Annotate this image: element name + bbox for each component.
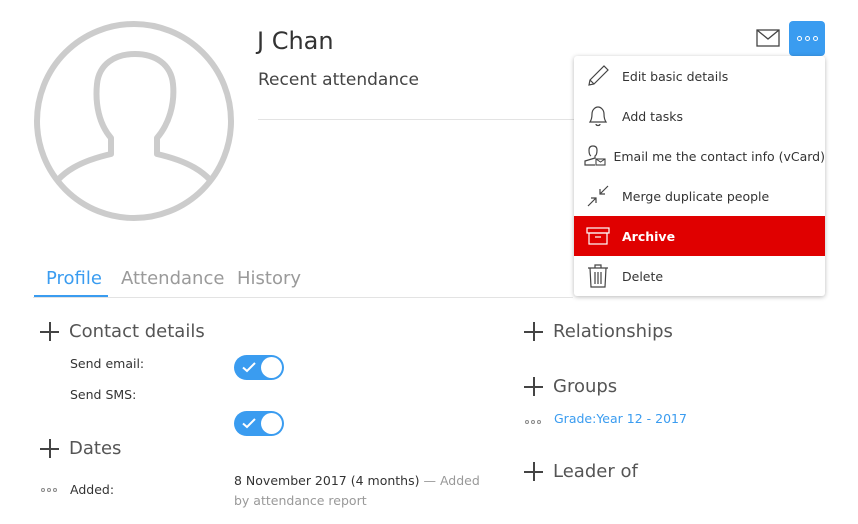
section-title: Relationships <box>553 321 673 342</box>
actions-dropdown-menu: Edit basic details Add tasks Email me th… <box>574 56 825 296</box>
contact-email-icon <box>574 143 613 169</box>
section-title: Leader of <box>553 461 638 482</box>
recent-attendance-title: Recent attendance <box>258 70 419 90</box>
menu-item-delete[interactable]: Delete <box>574 256 825 296</box>
menu-item-label: Archive <box>622 228 676 244</box>
plus-icon <box>40 322 59 341</box>
menu-item-label: Email me the contact info (vCard) <box>613 148 825 164</box>
more-actions-button[interactable] <box>789 21 825 56</box>
send-sms-toggle[interactable] <box>234 411 284 436</box>
tabs-divider <box>33 297 573 298</box>
plus-icon <box>524 462 543 481</box>
send-sms-label: Send SMS: <box>70 387 137 402</box>
menu-item-label: Edit basic details <box>622 68 729 84</box>
contact-details-section-header[interactable]: Contact details <box>40 321 205 342</box>
pencil-icon <box>574 63 622 89</box>
menu-item-email-vcard[interactable]: Email me the contact info (vCard) <box>574 136 825 176</box>
menu-item-label: Merge duplicate people <box>622 188 770 204</box>
group-link[interactable]: Grade:Year 12 - 2017 <box>554 411 687 426</box>
merge-icon <box>574 183 622 209</box>
tab-history[interactable]: History <box>237 268 301 289</box>
tab-attendance[interactable]: Attendance <box>121 268 224 289</box>
send-email-toggle[interactable] <box>234 355 284 380</box>
plus-icon <box>524 322 543 341</box>
menu-item-add-tasks[interactable]: Add tasks <box>574 96 825 136</box>
check-icon <box>242 362 256 373</box>
person-name: J Chan <box>257 27 334 55</box>
tab-profile[interactable]: Profile <box>46 268 102 289</box>
check-icon <box>242 418 256 429</box>
send-email-label: Send email: <box>70 356 145 371</box>
dates-section-header[interactable]: Dates <box>40 438 121 459</box>
archive-box-icon <box>574 226 622 246</box>
toggle-knob <box>261 413 282 434</box>
dot-icon <box>804 36 810 41</box>
toggle-knob <box>261 357 282 378</box>
dot-icon <box>812 36 818 41</box>
more-dots-icon[interactable] <box>525 420 541 424</box>
added-label: Added: <box>70 482 115 497</box>
menu-item-edit-basic-details[interactable]: Edit basic details <box>574 56 825 96</box>
avatar <box>33 20 235 222</box>
active-tab-indicator <box>34 295 108 297</box>
more-dots-icon[interactable] <box>41 488 57 492</box>
relationships-section-header[interactable]: Relationships <box>524 321 673 342</box>
divider <box>258 119 574 120</box>
menu-item-label: Add tasks <box>622 108 683 124</box>
added-date: 8 November 2017 (4 months) <box>234 473 420 488</box>
groups-section-header[interactable]: Groups <box>524 376 617 397</box>
section-title: Groups <box>553 376 618 397</box>
bell-icon <box>574 103 622 129</box>
added-value: 8 November 2017 (4 months) — Added by at… <box>234 471 484 511</box>
plus-icon <box>524 377 543 396</box>
menu-item-label: Delete <box>622 268 664 284</box>
section-title: Contact details <box>69 321 205 342</box>
plus-icon <box>40 439 59 458</box>
section-title: Dates <box>69 438 122 459</box>
trash-icon <box>574 263 622 289</box>
menu-item-merge-duplicates[interactable]: Merge duplicate people <box>574 176 825 216</box>
dot-icon <box>796 36 802 41</box>
leader-of-section-header[interactable]: Leader of <box>524 461 638 482</box>
menu-item-archive[interactable]: Archive <box>574 216 825 256</box>
mail-icon[interactable] <box>756 29 780 47</box>
